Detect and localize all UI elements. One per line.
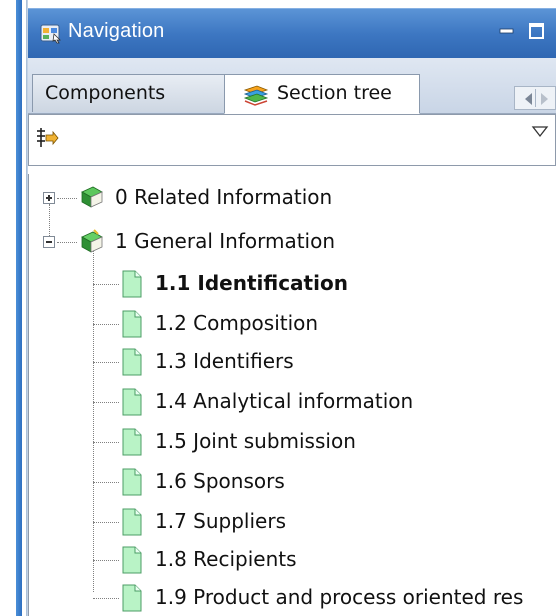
tree-node-label: 1.7 Suppliers <box>155 509 286 533</box>
scroll-separator <box>535 89 536 107</box>
tree-node-related-information[interactable]: 0 Related Information <box>29 180 556 220</box>
tree-connector <box>93 442 119 444</box>
tree-node-suppliers[interactable]: 1.7 Suppliers <box>29 504 556 544</box>
expand-icon[interactable] <box>43 192 55 204</box>
tree-connector <box>93 560 119 562</box>
tree-connector <box>93 362 119 364</box>
view-menu-icon[interactable] <box>531 125 549 139</box>
scroll-left-icon[interactable] <box>525 93 532 105</box>
tree-node-label: 1.2 Composition <box>155 311 319 335</box>
page-icon <box>122 584 142 612</box>
minimize-icon[interactable] <box>498 21 516 41</box>
tree-connector <box>93 522 119 524</box>
tree-node-label: 1 General Information <box>115 229 336 253</box>
tree-node-label: 1.6 Sponsors <box>155 469 285 493</box>
view-title: Navigation <box>68 20 165 42</box>
tree-node-product-and-process[interactable]: 1.9 Product and process oriented res <box>29 580 556 616</box>
page-icon <box>122 546 142 574</box>
navigation-icon <box>40 24 61 44</box>
books-icon <box>243 85 269 106</box>
navigation-window: Navigation Components Section tree 0 Rel… <box>0 0 556 616</box>
book-icon <box>81 186 103 208</box>
tree-connector <box>93 284 119 286</box>
tab-scroll-arrows[interactable] <box>514 86 556 110</box>
tab-bar: Components Section tree <box>28 58 556 114</box>
book-open-icon <box>81 229 103 253</box>
tree-node-identifiers[interactable]: 1.3 Identifiers <box>29 344 556 384</box>
tree-node-label: 1.8 Recipients <box>155 547 297 571</box>
collapse-icon[interactable] <box>43 236 55 248</box>
maximize-icon[interactable] <box>528 21 546 41</box>
editor-left-edge <box>0 0 30 616</box>
tree-connector <box>93 482 119 484</box>
tree-node-label: 0 Related Information <box>115 185 333 209</box>
tree-node-sponsors[interactable]: 1.6 Sponsors <box>29 464 556 504</box>
page-icon <box>122 468 142 496</box>
tree-node-joint-submission[interactable]: 1.5 Joint submission <box>29 424 556 464</box>
view-title-bar[interactable]: Navigation <box>28 8 556 59</box>
navigation-panel: Navigation Components Section tree 0 Rel… <box>28 0 556 616</box>
tree-node-identification[interactable]: 1.1 Identification <box>29 266 556 306</box>
tab-components[interactable]: Components <box>32 74 227 112</box>
page-icon <box>122 310 142 338</box>
tree-node-analytical-information[interactable]: 1.4 Analytical information <box>29 384 556 424</box>
tree-connector <box>93 324 119 326</box>
tree-node-label: 1.1 Identification <box>155 271 348 295</box>
tree-node-label: 1.4 Analytical information <box>155 389 414 413</box>
tab-components-label: Components <box>45 82 166 104</box>
scroll-right-icon[interactable] <box>541 93 548 105</box>
tree-connector <box>93 598 119 600</box>
tree-node-label: 1.9 Product and process oriented res <box>155 585 524 609</box>
tree-node-composition[interactable]: 1.2 Composition <box>29 306 556 346</box>
section-tree: 0 Related Information 1 General Informat… <box>28 174 556 616</box>
tab-section-tree[interactable]: Section tree <box>224 74 420 114</box>
tree-connector <box>93 402 119 404</box>
page-icon <box>122 508 142 536</box>
page-icon <box>122 428 142 456</box>
filter-icon[interactable] <box>35 127 59 149</box>
page-icon <box>122 270 142 298</box>
page-icon <box>122 348 142 376</box>
tree-node-recipients[interactable]: 1.8 Recipients <box>29 542 556 582</box>
tree-node-label: 1.3 Identifiers <box>155 349 294 373</box>
page-icon <box>122 388 142 416</box>
tab-section-tree-label: Section tree <box>277 82 392 104</box>
view-toolbar <box>28 114 556 166</box>
tree-connector <box>57 242 77 244</box>
tree-node-general-information[interactable]: 1 General Information <box>29 224 556 264</box>
tree-node-label: 1.5 Joint submission <box>155 429 356 453</box>
tree-connector <box>57 198 77 200</box>
